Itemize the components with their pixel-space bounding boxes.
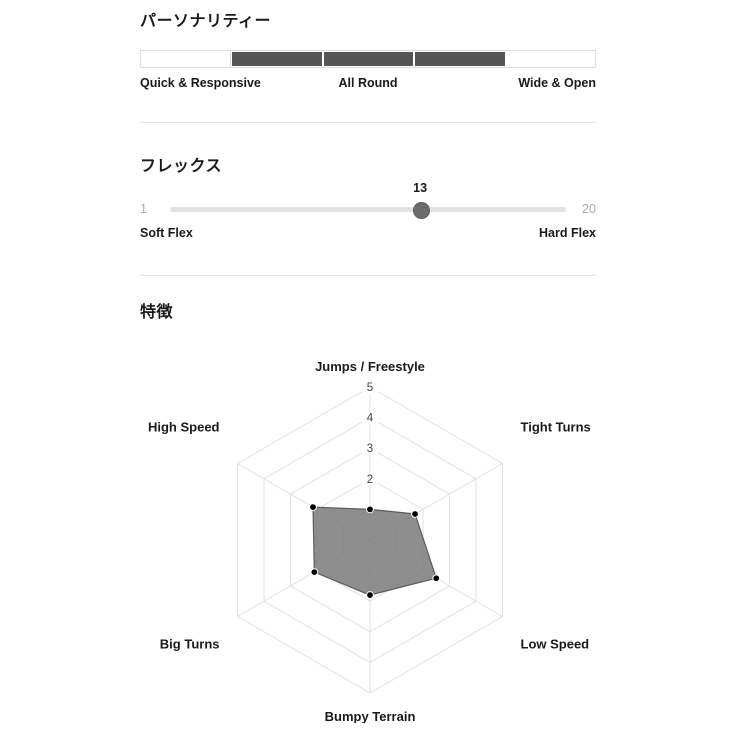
- flex-section: フレックス 13 1 20 Soft Flex Hard Flex: [140, 157, 596, 240]
- personality-scale-labels: Quick & Responsive All Round Wide & Open: [140, 76, 596, 92]
- radar-data-area: [312, 506, 438, 596]
- feature-radar-chart: 2 3 4 5 Jumps / Freestyle Tight Turns Low Spee…: [140, 323, 600, 723]
- flex-slider-track[interactable]: [170, 206, 566, 212]
- radar-axis-label-tight-turns: Tight Turns: [521, 420, 591, 435]
- personality-segment-4[interactable]: [414, 51, 506, 68]
- personality-segment-5[interactable]: [506, 51, 595, 67]
- personality-label-middle: All Round: [338, 76, 398, 91]
- personality-bar[interactable]: [140, 50, 596, 69]
- radar-data-point-1[interactable]: [366, 505, 374, 514]
- radar-tick-label-4: 4: [367, 413, 374, 425]
- flex-label-left: Soft Flex: [140, 226, 193, 240]
- flex-label-right: Hard Flex: [539, 226, 596, 240]
- radar-axis-label-bumpy-terrain: Bumpy Terrain: [325, 709, 416, 723]
- personality-label-right: Wide & Open: [518, 76, 596, 91]
- personality-section: パーソナリティー Quick & Responsive All Round Wi…: [140, 12, 596, 92]
- radar-data-point-3[interactable]: [432, 574, 441, 583]
- flex-slider[interactable]: 1 20: [140, 201, 596, 219]
- product-spec-panel: パーソナリティー Quick & Responsive All Round Wi…: [0, 0, 730, 730]
- radar-tick-label-3: 3: [367, 443, 373, 455]
- flex-slider-track-area[interactable]: [170, 201, 566, 219]
- flex-scale-labels: Soft Flex Hard Flex: [140, 226, 596, 242]
- radar-axis-label-big-turns: Big Turns: [160, 637, 220, 652]
- radar-data-point-5[interactable]: [310, 568, 319, 577]
- flex-slider-thumb[interactable]: [412, 201, 430, 219]
- features-section: 特徴 2 3 4 5 Jumps / Freestyle Tight Turns Low S…: [140, 303, 596, 723]
- radar-axis-label-low-speed: Low Speed: [521, 637, 590, 652]
- radar-axis-label-jumps-freestyle: Jumps / Freestyle: [315, 359, 425, 374]
- personality-segment-1[interactable]: [141, 51, 232, 68]
- personality-segment-2[interactable]: [231, 51, 323, 68]
- flex-value-badge: 13: [413, 181, 428, 195]
- personality-label-left: Quick & Responsive: [140, 76, 261, 91]
- personality-title: パーソナリティー: [140, 13, 272, 30]
- section-divider-1: [140, 122, 596, 123]
- section-divider-2: [140, 275, 596, 276]
- radar-svg: 2 3 4 5 Jumps / Freestyle Tight Turns Low Spee…: [148, 359, 591, 723]
- radar-axis-label-high-speed: High Speed: [148, 420, 220, 435]
- radar-tick-label-5: 5: [367, 382, 373, 394]
- radar-data-point-2[interactable]: [411, 510, 419, 518]
- personality-segment-3[interactable]: [322, 51, 415, 68]
- radar-data-point-4[interactable]: [366, 591, 374, 599]
- radar-data-point-6[interactable]: [309, 503, 317, 512]
- flex-min-label: 1: [140, 202, 147, 216]
- features-title: 特徴: [140, 304, 174, 321]
- radar-tick-label-2: 2: [367, 474, 373, 486]
- flex-max-label: 20: [582, 202, 596, 216]
- flex-title: フレックス: [140, 158, 223, 175]
